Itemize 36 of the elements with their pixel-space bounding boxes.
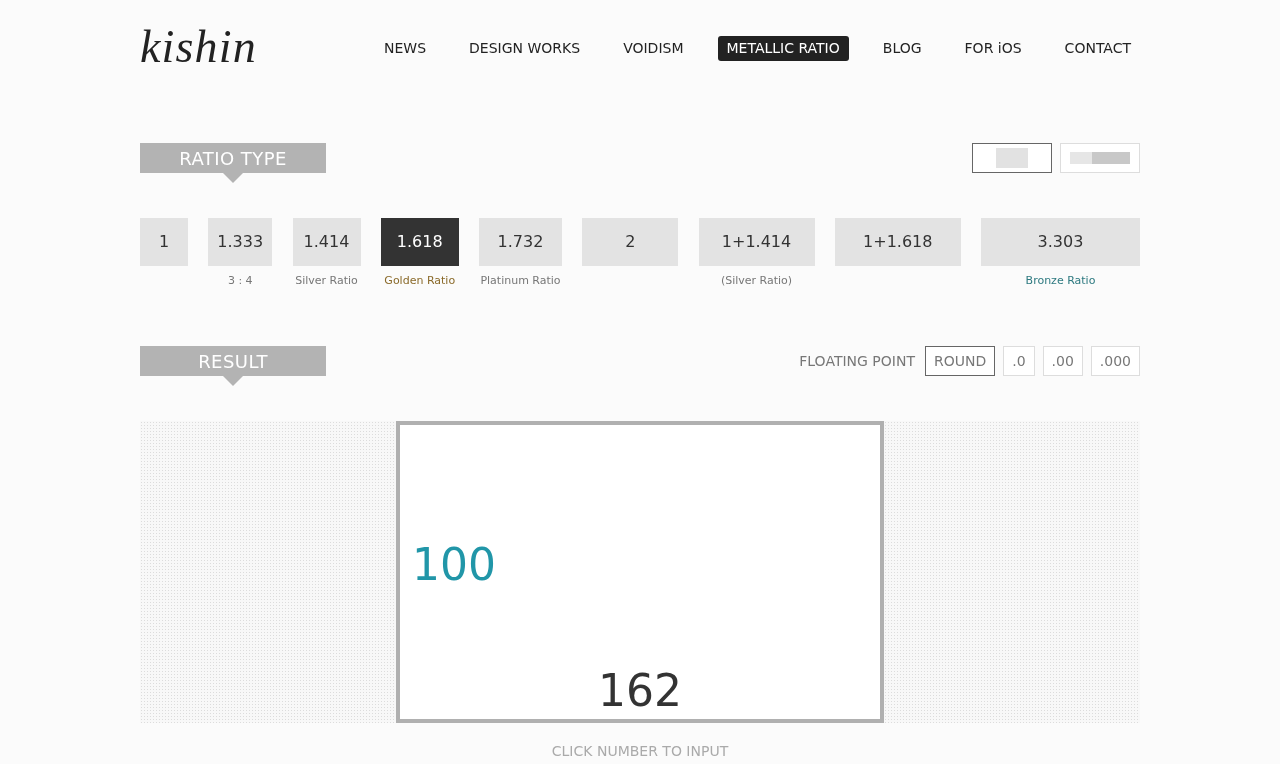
nav-link[interactable]: CONTACT (1055, 35, 1140, 61)
floating-point-option[interactable]: .000 (1090, 346, 1140, 376)
floating-point-option[interactable]: .0 (1003, 346, 1035, 376)
ratio-caption: Golden Ratio (384, 273, 456, 289)
nav-link[interactable]: DESIGN WORKS (460, 35, 590, 61)
floating-point-option[interactable]: ROUND (924, 346, 996, 376)
ratio-caption: (Silver Ratio) (720, 273, 793, 289)
logo[interactable]: kishin (140, 24, 257, 70)
height-value[interactable]: 100 (412, 532, 496, 598)
section-label: RESULT (140, 346, 326, 386)
ratio-button[interactable]: 1 (140, 218, 188, 266)
view-toggle-button[interactable] (972, 143, 1052, 173)
floating-point-option[interactable]: .00 (1042, 346, 1083, 376)
ratio-caption: Bronze Ratio (1025, 273, 1096, 289)
ratio-caption: Silver Ratio (295, 273, 358, 289)
single-rectangle-icon (996, 148, 1028, 168)
double-rectangle-icon (1070, 152, 1130, 164)
ratio-button[interactable]: 2 (582, 218, 679, 266)
ratio-button[interactable]: 1.618 (380, 218, 459, 266)
ratio-button[interactable]: 1+1.414 (698, 218, 815, 266)
ratio-button[interactable]: 1.732 (479, 218, 562, 266)
ratio-button[interactable]: 1.414 (292, 218, 361, 266)
ratio-button[interactable]: 1.333 (208, 218, 273, 266)
ratio-caption: Platinum Ratio (480, 273, 561, 289)
ratio-caption: 3 : 4 (227, 273, 253, 289)
nav-link[interactable]: FOR iOS (955, 35, 1031, 61)
floating-point-label: FLOATING POINT (799, 351, 915, 371)
ratio-button[interactable]: 1+1.618 (834, 218, 961, 266)
width-value[interactable]: 162 (598, 669, 682, 713)
nav-link[interactable]: NEWS (375, 35, 436, 61)
nav-link[interactable]: VOIDISM (614, 35, 693, 61)
ratio-button[interactable]: 3.303 (981, 218, 1140, 266)
nav-link[interactable]: METALLIC RATIO (717, 35, 849, 61)
input-hint: CLICK NUMBER TO INPUT (551, 742, 729, 761)
nav-link[interactable]: BLOG (873, 35, 931, 61)
section-label: RATIO TYPE (140, 143, 326, 183)
